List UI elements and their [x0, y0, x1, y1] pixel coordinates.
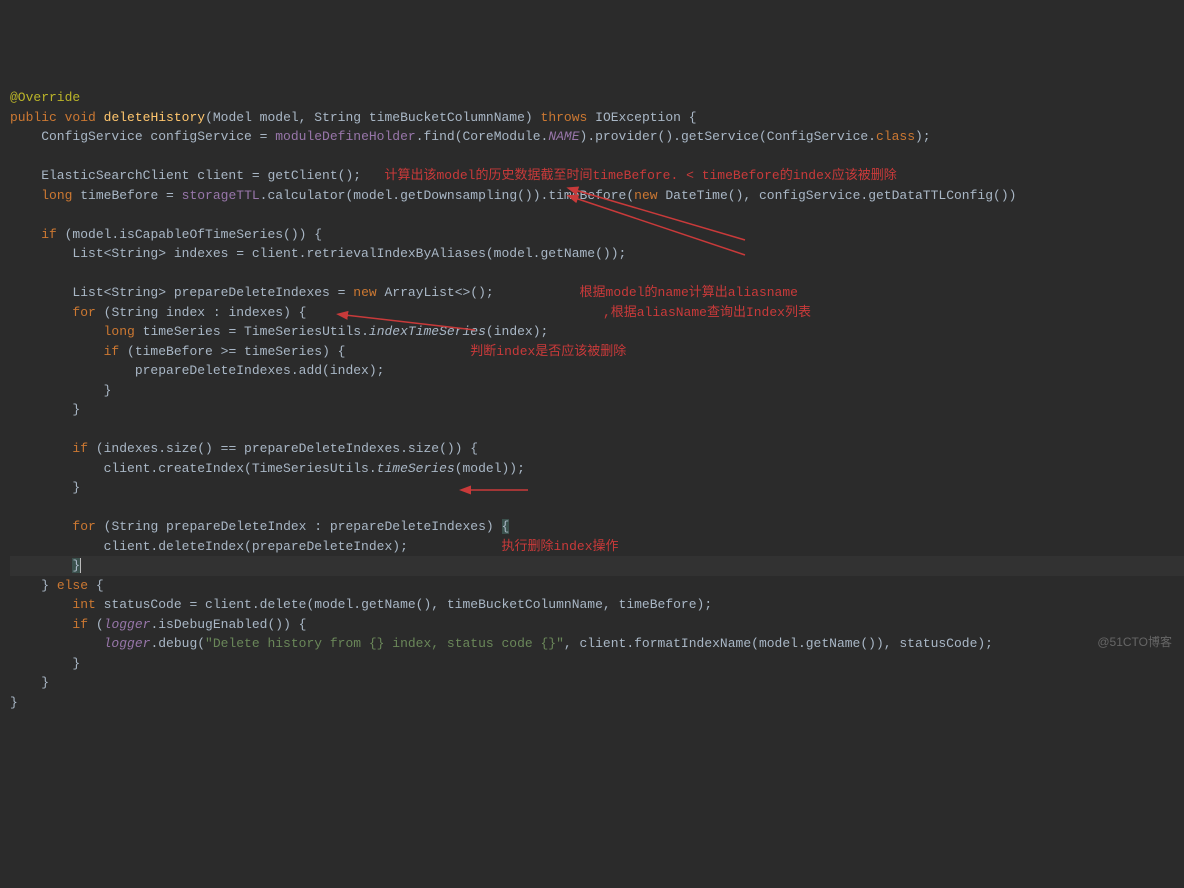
code	[10, 305, 72, 320]
keyword: new	[353, 285, 384, 300]
keyword: int	[72, 597, 95, 612]
annotation-note: 计算出该model的历史数据截至时间timeBefore. < timeBefo…	[384, 168, 896, 183]
watermark: @51CTO博客	[1097, 633, 1172, 651]
keyword: for	[72, 305, 103, 320]
method-name: deleteHistory	[104, 110, 205, 125]
code: (indexes.size() == prepareDeleteIndexes.…	[96, 441, 478, 456]
code: .isDebugEnabled()) {	[150, 617, 306, 632]
code	[10, 636, 104, 651]
code: DateTime(), configService.getDataTTLConf…	[665, 188, 1016, 203]
keyword: if	[72, 617, 95, 632]
code: }	[10, 383, 111, 398]
caret	[80, 558, 81, 573]
code: }	[10, 480, 80, 495]
code	[10, 617, 72, 632]
code: }	[10, 675, 49, 690]
code: prepareDeleteIndexes.add(index);	[10, 363, 384, 378]
annotation-note: ,根据aliasName查询出Index列表	[603, 305, 811, 320]
brace-match: {	[502, 519, 510, 534]
code	[10, 188, 41, 203]
code: (model.isCapableOfTimeSeries()) {	[65, 227, 322, 242]
code	[10, 558, 72, 573]
annotation: @Override	[10, 90, 80, 105]
keyword: long	[104, 324, 135, 339]
keyword: else	[57, 578, 96, 593]
code: }	[10, 402, 80, 417]
code: {	[96, 578, 104, 593]
field: moduleDefineHolder	[275, 129, 415, 144]
code: (model));	[455, 461, 525, 476]
code: client.deleteIndex(prepareDeleteIndex);	[10, 539, 408, 554]
static-field: NAME	[548, 129, 579, 144]
code	[10, 344, 104, 359]
code	[10, 324, 104, 339]
code: (	[96, 617, 104, 632]
code: (timeBefore >= timeSeries) {	[127, 344, 345, 359]
static-method: timeSeries	[377, 461, 455, 476]
code: statusCode = client.delete(model.getName…	[96, 597, 712, 612]
keyword: new	[634, 188, 665, 203]
keyword: long	[41, 188, 72, 203]
code: );	[915, 129, 931, 144]
caret-line: }	[10, 556, 1184, 576]
code: }	[10, 656, 80, 671]
code	[10, 441, 72, 456]
code: ElasticSearchClient client = getClient()…	[10, 168, 361, 183]
code	[10, 227, 41, 242]
field: storageTTL	[182, 188, 260, 203]
code	[10, 519, 72, 534]
code: List<String> prepareDeleteIndexes =	[10, 285, 353, 300]
code: timeSeries = TimeSeriesUtils.	[135, 324, 369, 339]
keyword: class	[876, 129, 915, 144]
annotation-note: 判断index是否应该被删除	[470, 344, 626, 359]
field: logger	[104, 636, 151, 651]
code: , client.formatIndexName(model.getName()…	[564, 636, 993, 651]
code: .debug(	[150, 636, 205, 651]
code: client.createIndex(TimeSeriesUtils.	[10, 461, 377, 476]
string: "Delete history from {} index, status co…	[205, 636, 564, 651]
code: }	[10, 695, 18, 710]
code-editor[interactable]: @Override public void deleteHistory(Mode…	[10, 88, 1184, 712]
static-method: indexTimeSeries	[369, 324, 486, 339]
code	[10, 597, 72, 612]
keyword: public void	[10, 110, 96, 125]
code: IOException {	[595, 110, 696, 125]
code: timeBefore =	[72, 188, 181, 203]
code: }	[10, 578, 57, 593]
code: ConfigService configService =	[10, 129, 275, 144]
annotation-note: 根据model的name计算出aliasname	[580, 285, 798, 300]
code: ArrayList<>();	[384, 285, 493, 300]
annotation-note: 执行删除index操作	[502, 539, 619, 554]
code: (index);	[486, 324, 548, 339]
code: ).provider().getService(ConfigService.	[580, 129, 876, 144]
keyword: if	[72, 441, 95, 456]
keyword: throws	[533, 110, 595, 125]
code: .find(CoreModule.	[416, 129, 549, 144]
code: (String prepareDeleteIndex : prepareDele…	[104, 519, 502, 534]
field: logger	[104, 617, 151, 632]
code: List<String> indexes = client.retrievalI…	[10, 246, 626, 261]
keyword: if	[41, 227, 64, 242]
params: (Model model, String timeBucketColumnNam…	[205, 110, 533, 125]
code: .calculator(model.getDownsampling()).tim…	[260, 188, 634, 203]
keyword: for	[72, 519, 103, 534]
code: (String index : indexes) {	[104, 305, 307, 320]
keyword: if	[104, 344, 127, 359]
